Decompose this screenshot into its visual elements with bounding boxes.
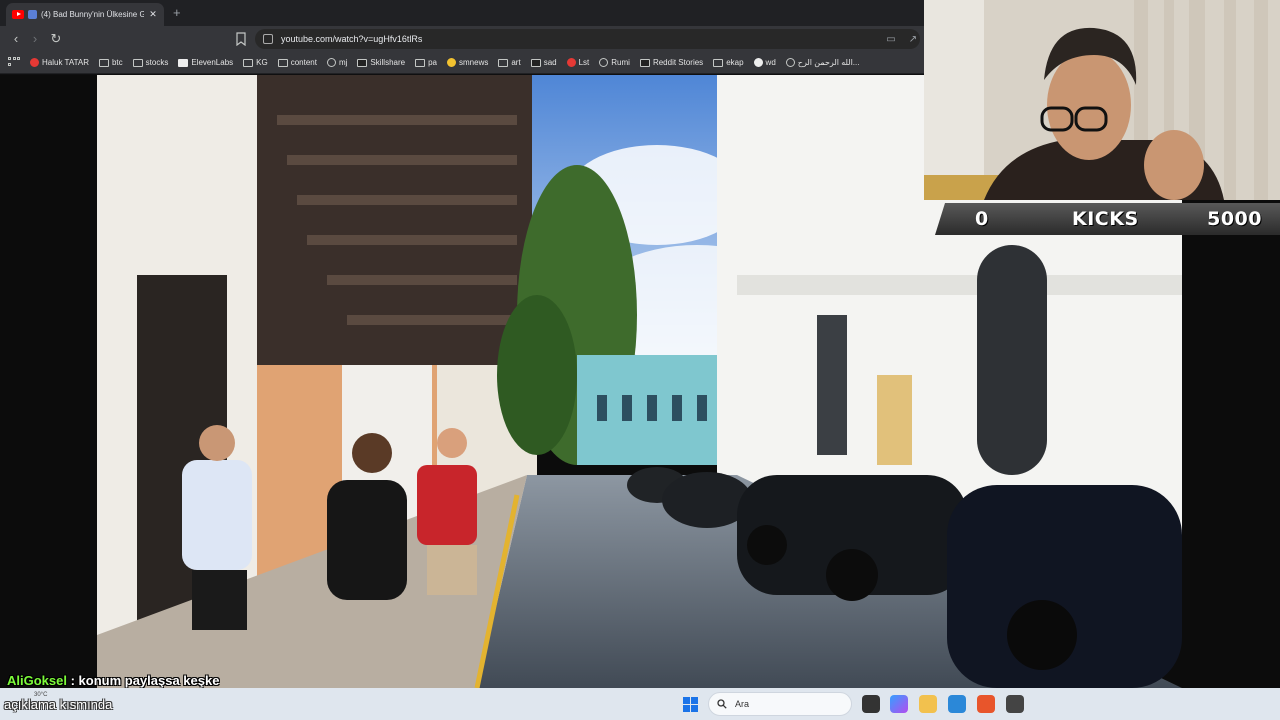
- bookmark-item[interactable]: ElevenLabs: [178, 58, 233, 67]
- bookmark-item[interactable]: ekap: [713, 58, 744, 67]
- bookmark-item[interactable]: wd: [753, 58, 776, 67]
- folder-icon: [277, 58, 288, 67]
- forward-icon[interactable]: ›: [27, 31, 43, 47]
- taskbar-search[interactable]: Ara: [708, 692, 852, 716]
- bookmark-item[interactable]: art: [498, 58, 521, 67]
- address-bar[interactable]: youtube.com/watch?v=ugHfv16tlRs ▭ ↗: [255, 29, 920, 49]
- reload-icon[interactable]: ↻: [48, 31, 64, 47]
- bookmark-item[interactable]: sad: [530, 58, 557, 67]
- kicks-label: KICKS: [1072, 208, 1139, 230]
- chat-message: AliGoksel : konum paylaşsa keşke: [7, 673, 219, 688]
- obs-icon[interactable]: [1006, 695, 1024, 713]
- globe-icon: [785, 58, 795, 67]
- site-info-icon[interactable]: [263, 34, 273, 44]
- new-tab-button[interactable]: +: [173, 5, 181, 20]
- bookmarks-bar: Haluk TATAR btc stocks ElevenLabs KG con…: [0, 52, 924, 74]
- tab-title: (4) Bad Bunny'nin Ülkesine G...: [41, 10, 144, 19]
- cast-icon[interactable]: ▭: [884, 34, 898, 45]
- apps-grid-icon[interactable]: [8, 56, 20, 69]
- bookmark-item[interactable]: KG: [243, 58, 268, 67]
- tab-close-icon[interactable]: ✕: [148, 9, 158, 20]
- youtube-icon: [30, 58, 39, 67]
- bookmark-item[interactable]: pa: [415, 58, 437, 67]
- copilot-icon[interactable]: [890, 695, 908, 713]
- s-red-icon: [566, 58, 576, 67]
- bookmark-item[interactable]: Reddit Stories: [639, 58, 703, 67]
- feather-icon: [713, 58, 724, 67]
- elevenlabs-icon: [178, 58, 189, 67]
- snipping-tool-icon[interactable]: [948, 695, 966, 713]
- folder-icon: [498, 58, 509, 67]
- slash-icon: [530, 58, 541, 67]
- chat-separator: :: [66, 673, 79, 688]
- chat-username: AliGoksel: [7, 673, 67, 688]
- folder-icon: [98, 58, 109, 67]
- globe-icon: [599, 58, 609, 67]
- browser-tab[interactable]: (4) Bad Bunny'nin Ülkesine G... ✕: [6, 3, 164, 26]
- tab-media-icon: [28, 10, 37, 19]
- webcam-image: [924, 0, 1280, 200]
- search-placeholder: Ara: [735, 699, 750, 709]
- bookmark-item[interactable]: الله الرحمن الرح...: [785, 58, 859, 67]
- d-icon: [639, 58, 650, 67]
- chat-message-line: açıklama kısmında: [4, 697, 113, 712]
- search-icon: [717, 699, 727, 709]
- bookmark-item[interactable]: btc: [98, 58, 123, 67]
- bookmark-item[interactable]: smnews: [447, 58, 488, 67]
- folder-icon: [415, 58, 426, 67]
- bookmark-item[interactable]: stocks: [132, 58, 168, 67]
- bookmark-item[interactable]: Lst: [566, 58, 589, 67]
- bookmark-item[interactable]: mj: [326, 58, 347, 67]
- windows-start-icon[interactable]: [683, 697, 698, 712]
- folder-icon: [243, 58, 254, 67]
- kicks-goal: 5000: [1207, 208, 1262, 230]
- file-explorer-icon[interactable]: [919, 695, 937, 713]
- github-icon: [326, 58, 336, 67]
- youtube-icon: [12, 10, 24, 19]
- kicks-goal-bar: 0 KICKS 5000: [935, 203, 1280, 235]
- browser-tab-bar: (4) Bad Bunny'nin Ülkesine G... ✕ +: [0, 0, 924, 26]
- share-icon[interactable]: ↗: [906, 34, 920, 45]
- brave-icon[interactable]: [977, 695, 995, 713]
- screen: (4) Bad Bunny'nin Ülkesine G... ✕ + ‹ › …: [0, 0, 1280, 720]
- smiley-icon: [447, 58, 456, 67]
- bookmark-item[interactable]: content: [277, 58, 317, 67]
- kicks-current: 0: [975, 208, 989, 230]
- bookmark-item[interactable]: Rumi: [599, 58, 630, 67]
- chat-text: konum paylaşsa keşke: [78, 673, 220, 688]
- webcam-overlay: [924, 0, 1280, 200]
- bookmark-item[interactable]: Haluk TATAR: [30, 58, 89, 67]
- folder-icon: [132, 58, 143, 67]
- wd-icon: [753, 58, 763, 67]
- back-icon[interactable]: ‹: [8, 31, 24, 47]
- bookmark-icon[interactable]: [235, 32, 247, 46]
- url-text[interactable]: youtube.com/watch?v=ugHfv16tlRs: [281, 34, 876, 44]
- task-view-icon[interactable]: [862, 695, 880, 713]
- bookmark-item[interactable]: Skillshare: [357, 58, 405, 67]
- windows-taskbar: 30°C: [0, 688, 1280, 720]
- browser-toolbar: ‹ › ↻ youtube.com/watch?v=ugHfv16tlRs ▭ …: [0, 26, 924, 52]
- skillshare-icon: [357, 58, 368, 67]
